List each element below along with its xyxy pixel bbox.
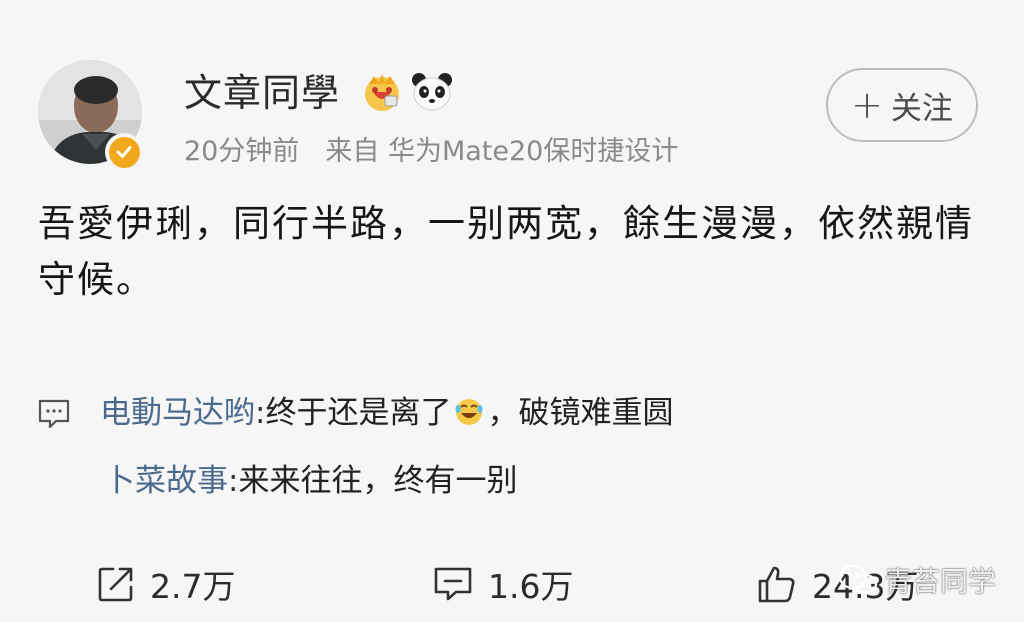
- verified-check-icon: [116, 146, 132, 158]
- follow-button[interactable]: + 关注: [826, 68, 978, 142]
- watermark: 青苔同学: [838, 560, 996, 600]
- post-meta: 20分钟前 来自 华为Mate20保时捷设计: [184, 134, 678, 170]
- verified-badge: [105, 133, 143, 171]
- comment-icon: [434, 567, 472, 601]
- comment-count: 1.6万: [488, 567, 574, 606]
- comment-preview-icon: [38, 399, 70, 429]
- post-source[interactable]: 来自 华为Mate20保时捷设计: [325, 136, 678, 167]
- repost-count: 2.7万: [150, 567, 236, 606]
- comment-separator: :: [228, 463, 239, 499]
- comment-button[interactable]: 1.6万: [432, 560, 573, 608]
- repost-icon: [98, 567, 133, 602]
- wechat-icon: [838, 564, 878, 595]
- post-text: 吾愛伊琍，同行半路，一别两宽，餘生漫漫，依然親情守候。: [38, 202, 974, 301]
- panda-emoji-icon: [412, 73, 452, 111]
- comment-author[interactable]: 电動马达哟: [100, 395, 255, 431]
- comment-content: 终于还是离了: [265, 395, 452, 431]
- repost-button[interactable]: 2.7万: [96, 560, 235, 608]
- comment-item[interactable]: 电動马达哟:终于还是离了 ，破镜难重圆: [100, 393, 673, 433]
- weibo-post: 文章同學 20分钟前 来自 华为Mate20保时捷设计 + 关注 吾愛伊琍，同行半…: [0, 0, 1024, 622]
- laughing-emoji-icon: [455, 399, 483, 425]
- thumbs-up-icon: [758, 566, 795, 603]
- plus-icon: +: [851, 83, 883, 127]
- comment-content-tail: ，破镜难重圆: [487, 395, 674, 431]
- follow-label: 关注: [890, 90, 953, 127]
- post-timestamp: 20分钟前: [184, 136, 300, 167]
- username[interactable]: 文章同學: [184, 70, 340, 116]
- comment-separator: :: [255, 395, 266, 431]
- crown-badge-icon: [365, 74, 399, 111]
- comment-author[interactable]: 卜菜故事: [104, 463, 228, 499]
- comment-item[interactable]: 卜菜故事:来来往往，终有一别: [104, 461, 517, 501]
- comment-content: 来来往往，终有一别: [238, 463, 518, 499]
- watermark-text: 青苔同学: [884, 565, 997, 598]
